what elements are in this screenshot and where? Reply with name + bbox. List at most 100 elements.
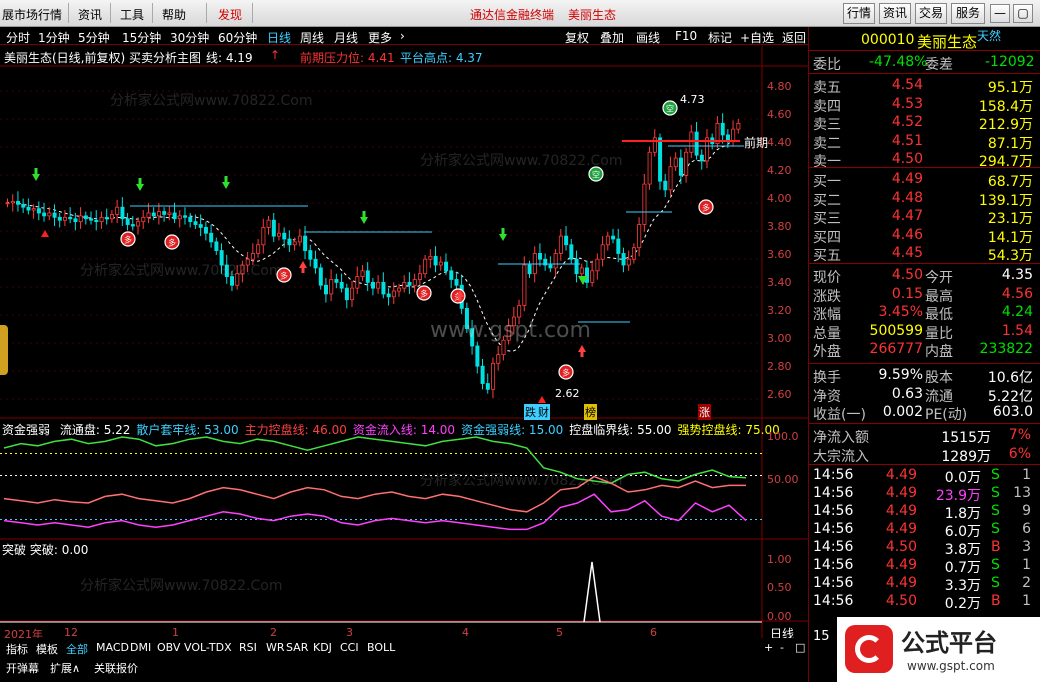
- service-button[interactable]: 服务: [951, 3, 985, 24]
- zoom-out-button[interactable]: -: [780, 641, 784, 654]
- candle-body: [63, 216, 68, 221]
- candle-body: [569, 244, 574, 260]
- stat-label: 总量: [813, 325, 841, 342]
- candle-body: [256, 244, 261, 254]
- candle-body: [605, 235, 610, 246]
- period-toolbar: 分时 1分钟 5分钟 15分钟 30分钟 60分钟 日线 周线 月线 更多 › …: [0, 27, 808, 45]
- tick-price: 4.49: [885, 575, 917, 591]
- news-button[interactable]: 资讯: [879, 3, 911, 24]
- candle-body: [313, 258, 318, 269]
- tool-back[interactable]: 返回: [782, 29, 806, 46]
- candle-body: [16, 201, 21, 205]
- quote-button[interactable]: 行情: [843, 3, 875, 24]
- period-next-icon[interactable]: ›: [400, 29, 405, 43]
- tick-count: 2: [1022, 575, 1031, 591]
- candle-body: [678, 157, 683, 176]
- bottom-tab-1[interactable]: 模板: [36, 641, 58, 657]
- expand-toggle[interactable]: 扩展∧: [50, 660, 80, 676]
- bottom-tab-8[interactable]: WR: [266, 641, 285, 654]
- zoom-in-button[interactable]: +: [764, 641, 773, 654]
- bottom-tab-6[interactable]: VOL-TDX: [184, 641, 232, 654]
- related-quote-toggle[interactable]: 关联报价: [94, 660, 138, 676]
- menu-item-tools[interactable]: 工具: [120, 6, 144, 23]
- menu-item-help[interactable]: 帮助: [162, 6, 186, 23]
- tool-draw-line[interactable]: 画线: [636, 29, 660, 46]
- candle-body: [412, 279, 417, 286]
- period-monthly[interactable]: 月线: [334, 29, 358, 46]
- axis-tick-label: 4.60: [767, 108, 792, 121]
- stat-value: 500599: [869, 322, 923, 339]
- candle-body: [600, 244, 605, 260]
- period-more[interactable]: 更多: [368, 29, 392, 46]
- menu-separator: [68, 3, 69, 23]
- tool-add-watchlist[interactable]: +自选: [740, 29, 774, 46]
- bottom-tab-11[interactable]: CCI: [340, 641, 359, 654]
- buy-level-volume: 54.3万: [987, 248, 1033, 264]
- period-timeshare[interactable]: 分时: [6, 29, 30, 46]
- main-chart-area[interactable]: 多多多多多多多空空: [0, 46, 808, 638]
- bottom-tab-7[interactable]: RSI: [239, 641, 257, 654]
- tool-overlay[interactable]: 叠加: [600, 29, 624, 46]
- tick-time: 14:56: [813, 575, 854, 591]
- bottom-tab-0[interactable]: 指标: [6, 641, 28, 657]
- tool-restore-rights[interactable]: 复权: [565, 29, 589, 46]
- tick-side: S: [991, 521, 1000, 537]
- bottom-tab-10[interactable]: KDJ: [313, 641, 332, 654]
- tick-side: B: [991, 593, 1001, 609]
- bottom-tab-3[interactable]: MACD: [96, 641, 129, 654]
- divider: [809, 464, 1040, 465]
- tick-side: S: [991, 485, 1000, 501]
- tool-mark[interactable]: 标记: [708, 29, 732, 46]
- stat-value: 5.22亿: [987, 388, 1033, 405]
- candle-body: [438, 261, 443, 266]
- period-1min[interactable]: 1分钟: [38, 29, 70, 46]
- menu-item-discover[interactable]: 发现: [218, 6, 242, 23]
- axis-tick-label: 0.50: [767, 581, 792, 594]
- minimize-button[interactable]: —: [990, 4, 1010, 23]
- candle-body: [668, 166, 673, 191]
- period-weekly[interactable]: 周线: [300, 29, 324, 46]
- period-5min[interactable]: 5分钟: [78, 29, 110, 46]
- bottom-tab-9[interactable]: SAR: [286, 641, 308, 654]
- period-daily[interactable]: 日线: [267, 29, 291, 46]
- buy-level-label: 买一: [813, 174, 841, 190]
- trade-button[interactable]: 交易: [915, 3, 947, 24]
- sell-level-price: 4.53: [891, 95, 923, 112]
- candle-body: [736, 122, 741, 130]
- candle-body: [250, 253, 255, 260]
- axis-tick-label: 3.00: [767, 332, 792, 345]
- tool-f10[interactable]: F10: [675, 29, 697, 43]
- stat-value: 233822: [979, 341, 1033, 357]
- bottom-tab-2[interactable]: 全部: [66, 641, 88, 657]
- period-60min[interactable]: 60分钟: [218, 29, 257, 46]
- axis-tick-label: 3.20: [767, 304, 792, 317]
- weibi-label: 委比: [813, 57, 841, 73]
- bottom-tab-12[interactable]: BOLL: [367, 641, 395, 654]
- candle-body: [120, 206, 125, 220]
- stat-label: 涨幅: [813, 307, 841, 323]
- candle-body: [26, 206, 31, 211]
- candle-body: [271, 219, 276, 237]
- stat-value: 4.56: [1001, 285, 1033, 302]
- bottom-tab-4[interactable]: DMI: [130, 641, 151, 654]
- menu-item-market[interactable]: 展市场行情: [2, 6, 62, 23]
- zoom-reset-button[interactable]: □: [795, 641, 805, 654]
- candle-body: [637, 224, 642, 249]
- candle-body: [485, 383, 490, 390]
- maximize-button[interactable]: ▢: [1013, 4, 1033, 23]
- left-panel-handle[interactable]: [0, 325, 8, 375]
- chart-title: 美丽生态(日线,前复权) 买卖分析主图: [4, 51, 201, 65]
- buy-signal-icon-label: 多: [168, 238, 176, 248]
- buy-level-volume: 68.7万: [987, 174, 1033, 190]
- candle-body: [344, 287, 349, 301]
- indicator1-item: 资金流入线: 14.00: [352, 423, 456, 437]
- axis-tick-label: 2.80: [767, 360, 792, 373]
- period-15min[interactable]: 15分钟: [122, 29, 161, 46]
- sell-level-volume: 95.1万: [987, 80, 1033, 96]
- bottom-tab-5[interactable]: OBV: [157, 641, 180, 654]
- danmaku-toggle[interactable]: 开弹幕: [6, 660, 39, 676]
- candle-body: [47, 212, 52, 217]
- candle-body: [52, 212, 57, 218]
- menu-item-news[interactable]: 资讯: [78, 6, 102, 23]
- period-30min[interactable]: 30分钟: [170, 29, 209, 46]
